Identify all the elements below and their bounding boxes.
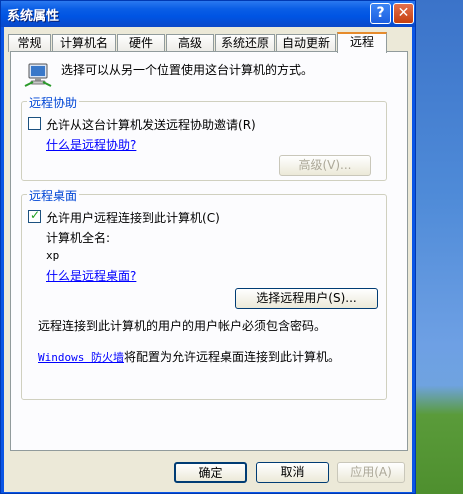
remote-tab-panel: 选择可以从另一个位置使用这台计算机的方式。 远程协助 允许从这台计算机发送远程协… [10,51,408,451]
password-requirement-note: 远程连接到此计算机的用户的用户帐户必须包含密码。 [38,319,327,333]
select-remote-users-button[interactable]: 选择远程用户(S)... [235,288,378,309]
tab-general[interactable]: 常规 [8,34,51,52]
advanced-button[interactable]: 高级(V)... [279,155,371,176]
system-properties-window: 系统属性 ? ✕ 常规 计算机名 硬件 高级 系统还原 自动更新 远程 选择可以… [0,0,416,494]
windows-firewall-link[interactable]: Windows 防火墙 [38,351,124,364]
tab-computer-name[interactable]: 计算机名 [52,34,116,52]
remote-desktop-group: 远程桌面 ✓ 允许用户远程连接到此计算机(C) 计算机全名: xp 什么是远程桌… [21,187,387,400]
remote-assistance-checkbox-label[interactable]: 允许从这台计算机发送远程协助邀请(R) [46,116,256,133]
what-is-remote-assistance-link[interactable]: 什么是远程协助? [46,136,136,153]
ok-button[interactable]: 确定 [174,462,247,483]
cancel-button[interactable]: 取消 [256,462,329,483]
what-is-remote-desktop-link[interactable]: 什么是远程桌面? [46,267,136,284]
close-button[interactable]: ✕ [393,3,414,24]
tab-system-restore[interactable]: 系统还原 [215,34,275,52]
remote-desktop-group-title: 远程桌面 [27,187,80,204]
remote-assistance-checkbox[interactable] [28,117,41,130]
computer-network-icon [24,63,52,87]
computer-full-name-label: 计算机全名: [46,231,111,245]
help-button[interactable]: ? [370,3,391,24]
firewall-note: Windows 防火墙将配置为允许远程桌面连接到此计算机。 [38,350,340,364]
computer-full-name-value: xp [46,249,60,262]
tab-advanced[interactable]: 高级 [166,34,214,52]
intro-text: 选择可以从另一个位置使用这台计算机的方式。 [61,63,314,77]
remote-assistance-group: 远程协助 允许从这台计算机发送远程协助邀请(R) 什么是远程协助? 高级(V).… [21,94,387,181]
dialog-client-area: 常规 计算机名 硬件 高级 系统还原 自动更新 远程 选择可以从另一个位置使用这… [4,27,412,492]
tab-hardware[interactable]: 硬件 [117,34,165,52]
title-bar[interactable]: 系统属性 ? ✕ [1,1,415,27]
tab-automatic-updates[interactable]: 自动更新 [276,34,336,52]
remote-desktop-checkbox-label[interactable]: 允许用户远程连接到此计算机(C) [46,209,220,226]
window-title: 系统属性 [7,9,60,24]
remote-desktop-checkbox[interactable]: ✓ [28,208,41,223]
tab-remote[interactable]: 远程 [337,32,387,53]
remote-assistance-group-title: 远程协助 [27,94,80,111]
apply-button[interactable]: 应用(A) [337,462,405,483]
